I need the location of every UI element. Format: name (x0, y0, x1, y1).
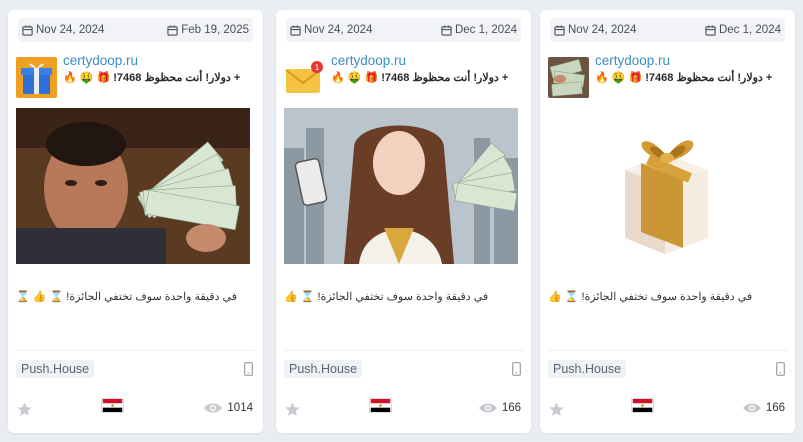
star-icon[interactable] (284, 401, 301, 418)
egypt-flag-icon (101, 398, 124, 413)
views-count-text: 166 (765, 402, 785, 414)
ad-domain-link[interactable]: certydoop.ru (331, 53, 406, 68)
ad-domain-link[interactable]: certydoop.ru (595, 53, 670, 68)
ad-card[interactable]: Nov 24, 2024 Feb 19, 2025 certydoop.ru 🔥… (8, 10, 263, 433)
ad-card[interactable]: Nov 24, 2024 Dec 1, 2024 1 certydoop.ru … (276, 10, 531, 433)
network-badge[interactable]: Push.House (548, 360, 627, 378)
mobile-device-icon (512, 362, 521, 376)
ad-domain-link[interactable]: certydoop.ru (63, 53, 138, 68)
divider (284, 350, 523, 351)
ad-card[interactable]: Nov 24, 2024 Dec 1, 2024 certydoop.ru 🔥 … (540, 10, 795, 433)
end-date: Dec 1, 2024 (705, 24, 781, 36)
end-date-text: Dec 1, 2024 (454, 24, 517, 36)
start-date-text: Nov 24, 2024 (304, 24, 373, 36)
ad-header: 1 certydoop.ru 🔥 🤑 🎁 !دولار! أنت محظوظ 7… (284, 52, 523, 100)
calendar-icon (22, 24, 33, 36)
network-badge[interactable]: Push.House (284, 360, 363, 378)
date-range-bar: Nov 24, 2024 Feb 19, 2025 (18, 18, 253, 42)
end-date: Dec 1, 2024 (441, 24, 517, 36)
man-holding-cash-photo (16, 108, 250, 264)
calendar-icon (441, 24, 452, 36)
eye-icon (204, 403, 223, 413)
star-icon[interactable] (548, 401, 565, 418)
ad-header: certydoop.ru 🔥 🤑 🎁 !دولار! أنت محظوظ 746… (548, 52, 787, 100)
star-icon[interactable] (16, 401, 33, 418)
ad-header: certydoop.ru 🔥 🤑 🎁 !دولار! أنت محظوظ 746… (16, 52, 255, 100)
ad-body-text: 👍 ⌛ !في دقيقة واحدة سوف تختفي الجائزة (548, 291, 753, 303)
egypt-flag-icon (631, 398, 654, 413)
eye-icon (742, 403, 761, 413)
envelope-notification-icon: 1 (284, 57, 325, 98)
ad-body-text: ⌛ 👍 ⌛ !في دقيقة واحدة سوف تختفي الجائزة (16, 291, 237, 303)
calendar-icon (167, 24, 178, 36)
start-date: Nov 24, 2024 (290, 24, 372, 36)
date-range-bar: Nov 24, 2024 Dec 1, 2024 (286, 18, 521, 42)
start-date-text: Nov 24, 2024 (36, 24, 105, 36)
woman-holding-phone-and-cash-photo (284, 108, 518, 264)
views-count: 166 (742, 402, 785, 414)
views-count-text: 166 (501, 402, 521, 414)
gift-box-gold-ribbon-photo (548, 108, 782, 264)
ad-title: 🔥 🤑 🎁 !دولار! أنت محظوظ 7468 + (595, 72, 773, 84)
divider (16, 350, 255, 351)
network-badge[interactable]: Push.House (16, 360, 95, 378)
calendar-icon (554, 24, 565, 36)
views-count: 1014 (203, 402, 253, 414)
egypt-flag-icon (369, 398, 392, 413)
calendar-icon (705, 24, 716, 36)
eye-icon (478, 403, 497, 413)
ad-title: 🔥 🤑 🎁 !دولار! أنت محظوظ 7468 + (331, 72, 509, 84)
mobile-device-icon (776, 362, 785, 376)
calendar-icon (290, 24, 301, 36)
views-count-text: 1014 (227, 402, 253, 414)
svg-text:1: 1 (315, 63, 320, 72)
gift-box-blue-icon (16, 57, 57, 98)
date-range-bar: Nov 24, 2024 Dec 1, 2024 (550, 18, 785, 42)
views-count: 166 (478, 402, 521, 414)
start-date: Nov 24, 2024 (554, 24, 636, 36)
end-date-text: Feb 19, 2025 (181, 24, 249, 36)
start-date-text: Nov 24, 2024 (568, 24, 637, 36)
divider (548, 350, 787, 351)
end-date-text: Dec 1, 2024 (718, 24, 781, 36)
mobile-device-icon (244, 362, 253, 376)
ad-title: 🔥 🤑 🎁 !دولار! أنت محظوظ 7468 + (63, 72, 241, 84)
start-date: Nov 24, 2024 (22, 24, 104, 36)
ad-body-text: 👍 ⌛ !في دقيقة واحدة سوف تختفي الجائزة (284, 291, 489, 303)
cash-stack-photo (548, 57, 589, 98)
end-date: Feb 19, 2025 (167, 24, 249, 36)
